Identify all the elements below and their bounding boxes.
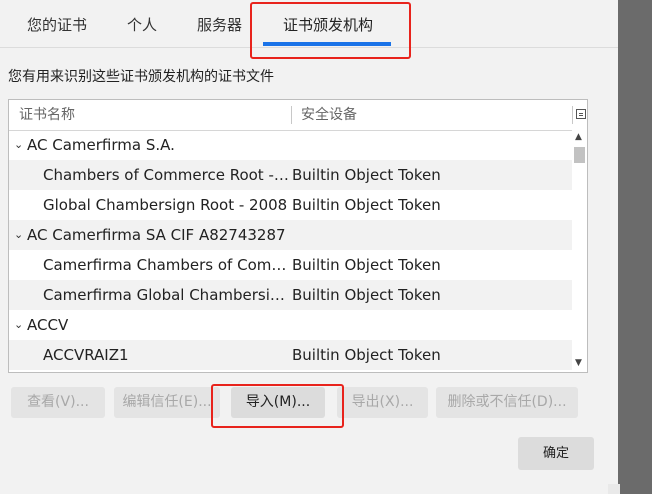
tab-your-certificates[interactable]: 您的证书 bbox=[27, 10, 87, 40]
chevron-down-icon[interactable]: ⌄ bbox=[14, 220, 26, 250]
chevron-down-icon[interactable]: ⌄ bbox=[14, 310, 26, 340]
tree-group-row[interactable]: ⌄ AC Camerfirma S.A. bbox=[9, 130, 572, 160]
export-button[interactable]: 导出(X)... bbox=[337, 387, 428, 418]
ok-button[interactable]: 确定 bbox=[518, 437, 594, 470]
cert-token: Builtin Object Token bbox=[292, 286, 441, 304]
tree-group-row[interactable]: ⌄ AC Camerfirma SA CIF A82743287 bbox=[9, 220, 572, 250]
cert-name: Camerfirma Global Chambersig... bbox=[43, 286, 289, 304]
group-name: ACCV bbox=[27, 316, 69, 334]
tree-cert-row[interactable]: Chambers of Commerce Root - ... Builtin … bbox=[9, 160, 572, 190]
cert-token: Builtin Object Token bbox=[292, 196, 441, 214]
certificate-tree[interactable]: 证书名称 安全设备 ⌄ AC Camerfirma S.A. Chambers … bbox=[8, 99, 588, 373]
authorities-description: 您有用来识别这些证书颁发机构的证书文件 bbox=[8, 69, 274, 85]
edit-trust-button[interactable]: 编辑信任(E)... bbox=[114, 387, 220, 418]
tree-scrollbar[interactable]: ▲ ▼ bbox=[572, 130, 587, 372]
cert-token: Builtin Object Token bbox=[292, 166, 441, 184]
cert-token: Builtin Object Token bbox=[292, 256, 441, 274]
tree-header: 证书名称 安全设备 bbox=[9, 100, 587, 131]
tree-cert-row[interactable]: Global Chambersign Root - 2008 Builtin O… bbox=[9, 190, 572, 220]
tree-cert-row[interactable]: ACCVRAIZ1 Builtin Object Token bbox=[9, 340, 572, 370]
scroll-down-icon[interactable]: ▼ bbox=[575, 358, 582, 368]
background-window-fragment bbox=[608, 484, 620, 494]
group-name: AC Camerfirma SA CIF A82743287 bbox=[27, 226, 286, 244]
delete-distrust-button[interactable]: 删除或不信任(D)... bbox=[436, 387, 578, 418]
tree-cert-row[interactable]: Camerfirma Chambers of Comm... Builtin O… bbox=[9, 250, 572, 280]
view-button[interactable]: 查看(V)... bbox=[11, 387, 105, 418]
column-picker[interactable] bbox=[572, 106, 587, 124]
tab-servers[interactable]: 服务器 bbox=[197, 10, 242, 40]
column-header-name[interactable]: 证书名称 bbox=[19, 100, 75, 130]
scrollbar-thumb[interactable] bbox=[574, 147, 585, 163]
cert-name: Global Chambersign Root - 2008 bbox=[43, 196, 288, 214]
cert-name: ACCVRAIZ1 bbox=[43, 346, 129, 364]
column-header-device[interactable]: 安全设备 bbox=[301, 100, 357, 130]
chevron-down-icon[interactable]: ⌄ bbox=[14, 130, 26, 160]
tree-group-row[interactable]: ⌄ ACCV bbox=[9, 310, 572, 340]
background-window-edge bbox=[608, 0, 652, 494]
column-picker-icon bbox=[576, 109, 586, 119]
group-name: AC Camerfirma S.A. bbox=[27, 136, 175, 154]
tab-highlight-annotation bbox=[250, 2, 411, 59]
tab-personal[interactable]: 个人 bbox=[127, 10, 157, 40]
cert-name: Chambers of Commerce Root - ... bbox=[43, 166, 289, 184]
scroll-up-icon[interactable]: ▲ bbox=[575, 132, 582, 142]
import-highlight-annotation bbox=[211, 384, 344, 428]
cert-token: Builtin Object Token bbox=[292, 346, 441, 364]
tree-cert-row[interactable]: Camerfirma Global Chambersig... Builtin … bbox=[9, 280, 572, 310]
column-separator[interactable] bbox=[291, 106, 292, 124]
cert-name: Camerfirma Chambers of Comm... bbox=[43, 256, 289, 274]
